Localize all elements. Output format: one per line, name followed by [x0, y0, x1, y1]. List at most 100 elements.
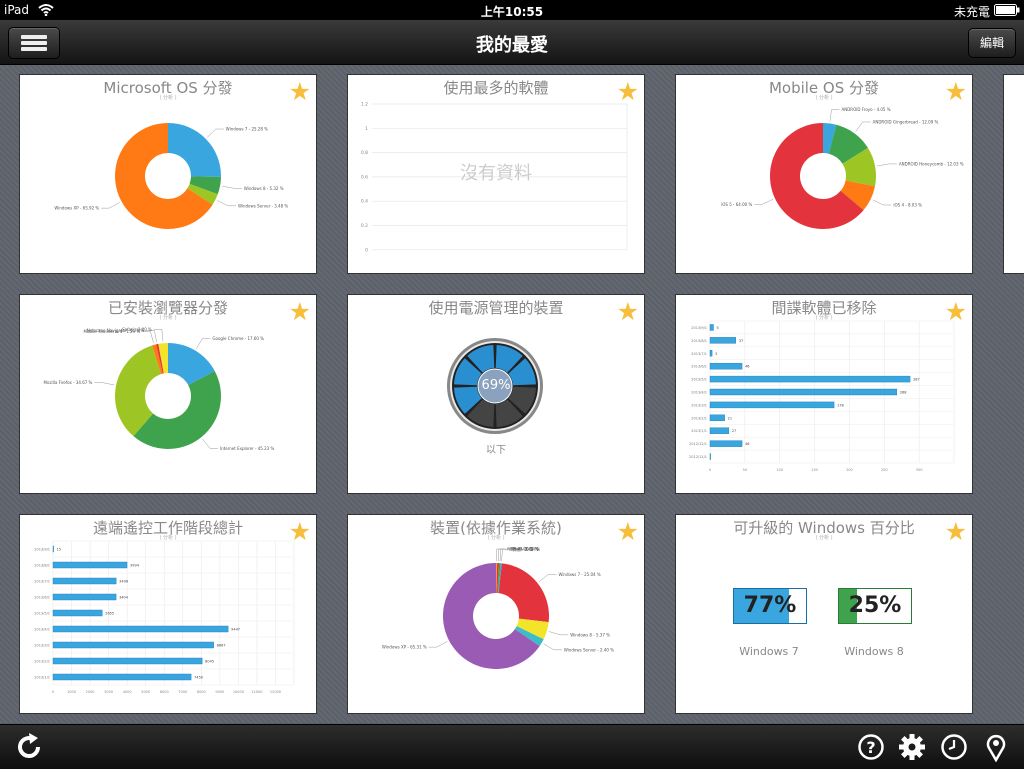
win7-label: Windows 7: [739, 645, 799, 658]
bar-value-label: 7450: [194, 676, 203, 680]
x-tick-label: 8000: [197, 690, 206, 694]
slice-leader-line: [202, 438, 218, 449]
slice-leader-line: [142, 331, 154, 344]
x-tick-label: 12000: [270, 690, 281, 694]
card-most-used-software[interactable]: 1.2 1 0.8 0.6 0.4 0.2 0 使用最多的軟體 沒有資料 ★: [347, 74, 645, 274]
category-label: 2013/1/1: [691, 429, 707, 433]
favorite-star-icon[interactable]: ★: [617, 299, 639, 324]
x-tick-label: 1000: [67, 690, 76, 694]
bar-value-label: 3994: [130, 564, 140, 568]
bar: [709, 375, 911, 383]
card-subtitle: ( 分析 ): [159, 315, 177, 321]
card-microsoft-os[interactable]: Windows 7 - 25.28 % Windows 8 - 5.32 % Win…: [19, 74, 317, 274]
slice-label: Google Chrome - 17.60 %: [212, 336, 264, 341]
x-tick-label: 10000: [233, 690, 244, 694]
bar-value-label: 15: [57, 548, 61, 552]
x-tick-label: 9000: [215, 690, 224, 694]
card-partial-offscreen[interactable]: [1003, 74, 1024, 274]
favorite-star-icon[interactable]: ★: [289, 79, 311, 104]
card-installed-browsers[interactable]: Google Chrome - 17.60 % Internet Explorer…: [19, 294, 317, 494]
slice-label: Windows 8 - 5.32 %: [244, 186, 284, 191]
slice-leader-line: [196, 338, 211, 349]
slice-label: 其他 - 0.42 %: [513, 546, 539, 552]
category-label: 2013/6/1: [691, 365, 707, 369]
card-remote-sessions[interactable]: 0 1000 2000 3000 4000 5000 6000 7000 8000 9000 100…: [19, 514, 317, 714]
category-label: 2013/2/1: [34, 660, 50, 664]
clock: 上午10:55: [480, 5, 544, 19]
gauge-caption: 以下: [486, 445, 506, 456]
x-tick-label: 2000: [86, 690, 95, 694]
slice-label: iOS 5 - 64.00 %: [721, 202, 752, 207]
slice-label: Internet Explorer - 45.23 %: [220, 446, 275, 451]
slice-label: Safari - 3.00 %: [122, 327, 152, 332]
card-power-management[interactable]: 使用電源管理的裝置 69% 以下 ★: [347, 294, 645, 494]
category-label: 2013/2/1: [691, 416, 707, 420]
favorite-star-icon[interactable]: ★: [945, 79, 967, 104]
favorite-star-icon[interactable]: ★: [945, 519, 967, 544]
x-tick-label: 5000: [141, 690, 150, 694]
category-label: 2013/7/1: [691, 352, 707, 356]
category-label: 2013/3/1: [691, 403, 707, 407]
power-gauge: [447, 338, 543, 434]
help-icon[interactable]: ?: [856, 732, 886, 762]
slice-leader-line: [101, 202, 120, 209]
category-label: 2013/5/1: [691, 378, 707, 382]
bar: [52, 657, 203, 665]
win8-label: Windows 8: [844, 645, 904, 658]
x-tick-label: 150: [811, 468, 818, 472]
win7-percent: 77%: [743, 593, 797, 618]
slice-leader-line: [207, 128, 224, 138]
slice-leader-line: [217, 200, 236, 207]
x-tick-label: 4000: [123, 690, 132, 694]
bar: [709, 337, 736, 344]
donut-slice: [498, 563, 549, 623]
favorite-star-icon[interactable]: ★: [945, 299, 967, 324]
bar-value-label: 268: [900, 391, 907, 395]
category-label: 2012/12/1: [689, 442, 707, 446]
x-tick-label: 6000: [160, 690, 169, 694]
slice-label: Windows Server - 3.48 %: [238, 203, 288, 208]
no-data-label: 沒有資料: [460, 163, 532, 184]
card-subtitle: ( 分析 ): [815, 535, 833, 541]
gear-icon[interactable]: [897, 732, 927, 762]
favorite-star-icon[interactable]: ★: [617, 79, 639, 104]
bar: [52, 545, 54, 553]
card-subtitle: ( 分析 ): [159, 95, 177, 101]
bar-value-label: 5: [716, 326, 718, 330]
card-upgradable-windows[interactable]: 可升級的 Windows 百分比 ( 分析 ) ★ 77% Windows 7 …: [675, 514, 973, 714]
favorite-star-icon[interactable]: ★: [289, 299, 311, 324]
edit-button[interactable]: 編輯: [968, 28, 1016, 58]
bar: [52, 609, 103, 617]
x-tick-label: 100: [776, 468, 783, 472]
bar: [709, 350, 713, 357]
x-tick-label: 7000: [178, 690, 187, 694]
card-title: 使用電源管理的裝置: [428, 299, 564, 317]
location-pin-icon[interactable]: [981, 732, 1011, 762]
category-label: 2013/7/1: [34, 580, 50, 584]
refresh-icon[interactable]: [14, 732, 44, 762]
x-tick-label: 50: [743, 468, 747, 472]
win7-progress-box: 77%: [733, 588, 807, 624]
bar: [52, 577, 117, 585]
slice-leader-line: [538, 574, 557, 582]
battery-icon: [994, 4, 1020, 16]
card-subtitle: ( 分析 ): [487, 535, 505, 541]
card-mobile-os[interactable]: ANDROID Froyo - 4.05 % ANDROID Gingerbrea…: [675, 74, 973, 274]
favorite-star-icon[interactable]: ★: [617, 519, 639, 544]
category-label: 2013/9/1: [34, 548, 50, 552]
category-label: 2013/8/1: [691, 339, 707, 343]
clock-icon[interactable]: [939, 732, 969, 762]
bar: [52, 673, 192, 681]
bar-value-label: 46: [745, 442, 749, 446]
slice-label: ANDROID Honeycomb - 12.03 %: [899, 161, 964, 166]
slice-leader-line: [222, 185, 242, 189]
slice-leader-line: [855, 121, 871, 132]
card-devices-by-os[interactable]: Android - 0.34 % iOS - 0.00 % OS X - 0.42 …: [347, 514, 645, 714]
card-subtitle: ( 分析 ): [815, 315, 833, 321]
dashboard-grid: Windows 7 - 25.28 % Windows 8 - 5.32 % Win…: [0, 65, 1024, 723]
bar-value-label: 21: [728, 416, 732, 420]
card-spyware-removed[interactable]: 0 50 100 150 200 250 300 2013/9/1 5 2013/8/1 37 201…: [675, 294, 973, 494]
favorite-star-icon[interactable]: ★: [289, 519, 311, 544]
win8-percent: 25%: [848, 593, 902, 618]
y-tick-label: 0.2: [361, 223, 368, 229]
